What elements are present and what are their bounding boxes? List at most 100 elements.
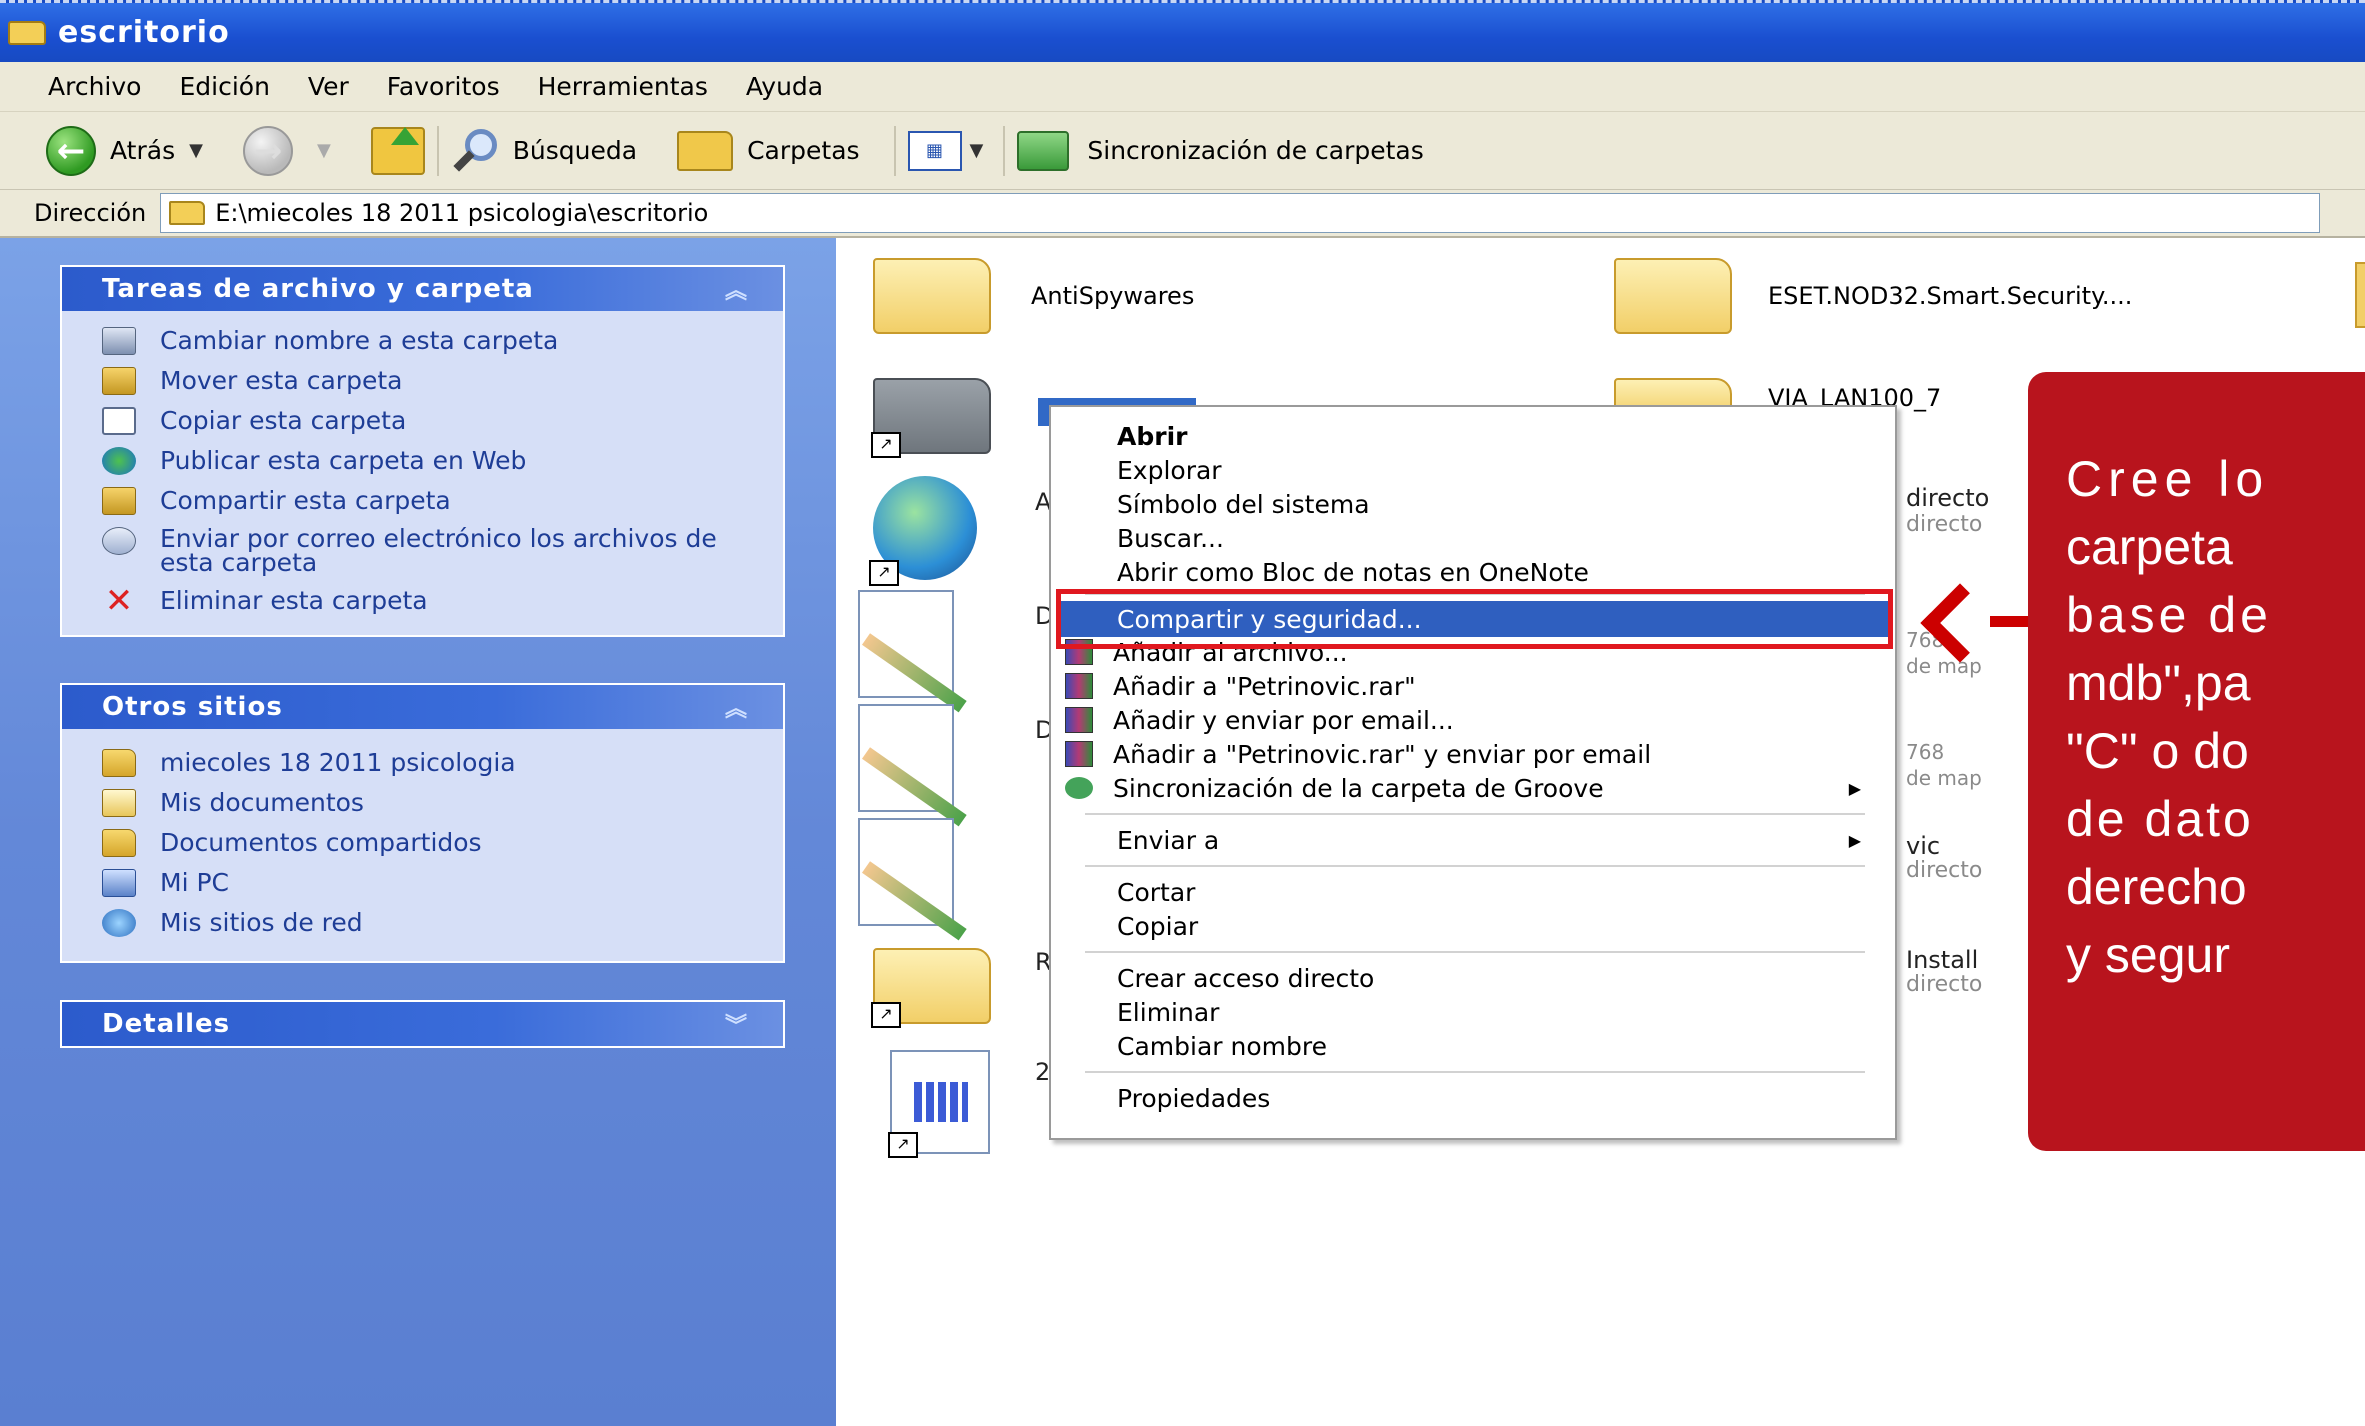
file-item[interactable] [858, 704, 954, 812]
task-email[interactable]: Enviar por correo electrónico los archiv… [62, 521, 783, 581]
folder-icon: ↗ [871, 948, 991, 1028]
menu-item-onenote[interactable]: Abrir como Bloc de notas en OneNote [1051, 555, 1895, 589]
instruction-callout: Cree lo carpeta base de mdb",pa "C" o do… [2028, 372, 2365, 1151]
move-icon [102, 367, 136, 395]
other-places-panel: Otros sitios ︽ miecoles 18 2011 psicolog… [60, 683, 785, 963]
back-button[interactable]: ← Atrás ▼ [46, 125, 203, 176]
file-name-partial: 2 [1035, 1058, 1051, 1086]
highlight-box [1056, 589, 1893, 649]
menu-item-label: Explorar [1117, 455, 1222, 485]
place-my-documents[interactable]: Mis documentos [62, 783, 783, 823]
shortcut-item[interactable]: ↗ [888, 1050, 990, 1158]
tasks-panel-header[interactable]: Tareas de archivo y carpeta ︽ [62, 267, 783, 311]
up-folder-icon [370, 126, 425, 175]
up-folder-button[interactable] [370, 126, 425, 175]
folder-icon [8, 20, 46, 45]
menu-item-copy[interactable]: Copiar [1051, 909, 1895, 943]
email-icon [102, 527, 136, 555]
other-places-header[interactable]: Otros sitios ︽ [62, 685, 783, 729]
menu-item-label: Crear acceso directo [1117, 963, 1375, 993]
forward-button[interactable]: → ▼ [242, 125, 331, 176]
menu-item-add-rar[interactable]: Añadir a "Petrinovic.rar" [1051, 669, 1895, 703]
menu-item-rename[interactable]: Cambiar nombre [1051, 1029, 1895, 1063]
place-parent-folder[interactable]: miecoles 18 2011 psicologia [62, 743, 783, 783]
groove-icon [1065, 777, 1093, 799]
file-name-partial: vic [1906, 832, 1941, 860]
menu-ayuda[interactable]: Ayuda [746, 72, 823, 101]
task-pane: Tareas de archivo y carpeta ︽ Cambiar no… [0, 238, 836, 1426]
menu-favoritos[interactable]: Favoritos [387, 72, 500, 101]
menu-edicion[interactable]: Edición [179, 72, 269, 101]
forward-dropdown-icon[interactable]: ▼ [317, 140, 331, 161]
place-network[interactable]: Mis sitios de red [62, 903, 783, 943]
callout-line: "C" o do [2066, 723, 2249, 779]
menu-item-label: Abrir como Bloc de notas en OneNote [1117, 557, 1589, 587]
spreadsheet-icon: ↗ [888, 1050, 990, 1158]
menu-item-label: Cortar [1117, 877, 1196, 907]
folder-icon [2355, 262, 2365, 328]
menu-item-cut[interactable]: Cortar [1051, 875, 1895, 909]
file-item[interactable] [858, 818, 954, 926]
menu-item-open[interactable]: Abrir [1051, 419, 1895, 453]
menu-item-send-to[interactable]: Enviar a ▶ [1051, 823, 1895, 857]
menu-ver[interactable]: Ver [308, 72, 349, 101]
pencil-icon [858, 704, 954, 812]
details-header[interactable]: Detalles ︾ [62, 1002, 783, 1046]
collapse-icon[interactable]: ︽ [725, 273, 747, 305]
search-button[interactable]: Búsqueda [451, 127, 637, 175]
address-input[interactable]: E:\miecoles 18 2011 psicologia\escritori… [160, 193, 2321, 233]
menu-item-properties[interactable]: Propiedades [1051, 1081, 1895, 1115]
views-button[interactable]: ▦ ▼ [907, 130, 984, 171]
task-move[interactable]: Mover esta carpeta [62, 361, 783, 401]
back-dropdown-icon[interactable]: ▼ [189, 140, 203, 161]
menu-item-groove[interactable]: Sincronización de la carpeta de Groove ▶ [1051, 771, 1895, 805]
folder-item[interactable]: AntiSpywares [873, 258, 1194, 334]
callout-line: y segur [2066, 927, 2230, 983]
task-share[interactable]: Compartir esta carpeta [62, 481, 783, 521]
folders-button[interactable]: Carpetas [677, 130, 860, 171]
delete-icon: ✕ [104, 581, 134, 621]
menu-herramientas[interactable]: Herramientas [538, 72, 708, 101]
menu-item-explore[interactable]: Explorar [1051, 453, 1895, 487]
task-publish[interactable]: Publicar esta carpeta en Web [62, 441, 783, 481]
folder-item[interactable]: ESET.NOD32.Smart.Security.... [1614, 258, 2132, 334]
computer-icon [102, 869, 136, 897]
task-label: Mover esta carpeta [160, 366, 403, 395]
back-arrow-icon: ← [46, 125, 96, 176]
shortcut-item[interactable]: ↗ [869, 476, 977, 586]
menu-item-create-shortcut[interactable]: Crear acceso directo [1051, 961, 1895, 995]
forward-arrow-icon: → [242, 125, 293, 176]
network-icon [102, 909, 136, 937]
folders-label: Carpetas [747, 136, 860, 165]
shortcut-icon: ↗ [871, 432, 901, 458]
address-label: Dirección [34, 199, 147, 227]
context-menu: Abrir Explorar Símbolo del sistema Busca… [1049, 405, 1897, 1140]
menu-item-label: Abrir [1117, 421, 1188, 451]
task-rename[interactable]: Cambiar nombre a esta carpeta [62, 321, 783, 361]
menu-item-add-email[interactable]: Añadir y enviar por email... [1051, 703, 1895, 737]
sync-button[interactable]: Sincronización de carpetas [1017, 130, 1424, 171]
menu-item-delete[interactable]: Eliminar [1051, 995, 1895, 1029]
menu-item-label: Eliminar [1117, 997, 1220, 1027]
menu-item-search[interactable]: Buscar... [1051, 521, 1895, 555]
task-copy[interactable]: Copiar esta carpeta [62, 401, 783, 441]
views-dropdown-icon[interactable]: ▼ [970, 140, 984, 161]
file-item[interactable] [858, 590, 954, 698]
place-shared-documents[interactable]: Documentos compartidos [62, 823, 783, 863]
folder-item[interactable]: ↗ [871, 948, 991, 1028]
place-label: Mi PC [160, 868, 229, 897]
task-label: Publicar esta carpeta en Web [160, 446, 527, 475]
place-my-pc[interactable]: Mi PC [62, 863, 783, 903]
task-label: Cambiar nombre a esta carpeta [160, 326, 559, 355]
expand-icon[interactable]: ︾ [725, 1008, 747, 1040]
menu-item-label: Enviar a [1117, 825, 1220, 855]
menu-item-label: Añadir a "Petrinovic.rar" [1113, 671, 1416, 701]
menu-item-add-rar-email[interactable]: Añadir a "Petrinovic.rar" y enviar por e… [1051, 737, 1895, 771]
task-delete[interactable]: ✕ Eliminar esta carpeta [62, 581, 783, 621]
menu-item-label: Propiedades [1117, 1083, 1271, 1113]
folder-item[interactable]: ↗ [871, 378, 991, 458]
menu-archivo[interactable]: Archivo [48, 72, 141, 101]
menu-item-cmd[interactable]: Símbolo del sistema [1051, 487, 1895, 521]
collapse-icon[interactable]: ︽ [725, 691, 747, 723]
rename-icon [102, 327, 136, 355]
